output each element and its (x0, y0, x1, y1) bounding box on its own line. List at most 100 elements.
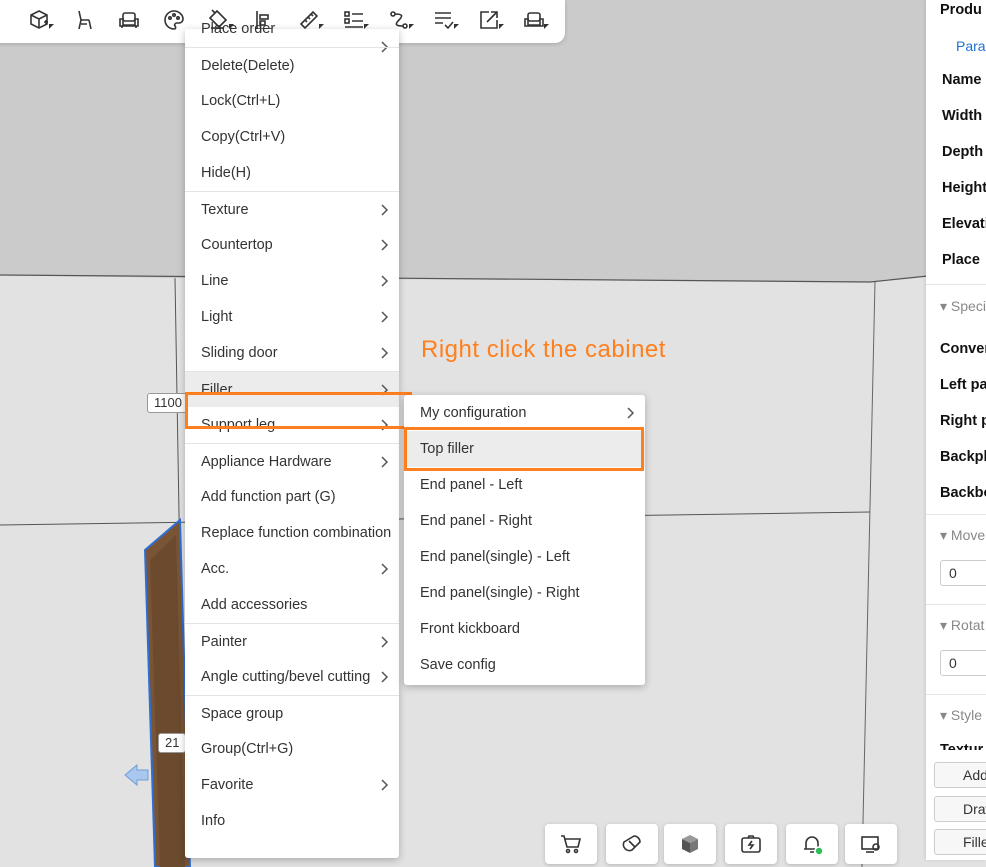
menu-item-line[interactable]: Line (185, 263, 399, 299)
submenu-item-front-kickboard[interactable]: Front kickboard (404, 611, 645, 647)
tab-parameters[interactable]: Para (956, 38, 986, 54)
menu-item-label: Line (201, 273, 229, 289)
menu-item-add-accessories[interactable]: Add accessories (185, 587, 399, 623)
menu-item-label: Angle cutting/bevel cutting (201, 669, 371, 685)
chair-icon[interactable] (69, 5, 99, 35)
field-label-depth: Depth (942, 144, 984, 160)
menu-item-label: Delete(Delete) (201, 58, 295, 74)
menu-item-label: Painter (201, 634, 247, 650)
menu-item-delete-delete[interactable]: Delete(Delete) (185, 47, 399, 83)
menu-item-angle-cutting-bevel-cutting[interactable]: Angle cutting/bevel cutting (185, 659, 399, 695)
sofa-outline-icon[interactable] (519, 5, 549, 35)
spec-label-convert: Conver (940, 341, 986, 357)
menu-item-texture[interactable]: Texture (185, 191, 399, 227)
submenu-item-save-config[interactable]: Save config (404, 647, 645, 683)
checklist-icon[interactable] (429, 5, 459, 35)
menu-item-filler[interactable]: Filler (185, 371, 399, 407)
menu-item-painter[interactable]: Painter (185, 623, 399, 659)
collapse-icon: ▾ (940, 527, 951, 543)
menu-item-label: Place order (201, 21, 276, 37)
menu-item-support-leg[interactable]: Support leg (185, 407, 399, 443)
submenu-item-end-panel-single-left[interactable]: End panel(single) - Left (404, 539, 645, 575)
menu-item-light[interactable]: Light (185, 299, 399, 335)
menu-item-lock-ctrl-l[interactable]: Lock(Ctrl+L) (185, 83, 399, 119)
dimension-label-width: 1100 (147, 393, 189, 413)
menu-item-replace-function-combination[interactable]: Replace function combination (185, 515, 399, 551)
section-style[interactable]: ▾ Style (940, 707, 982, 724)
section-move[interactable]: ▾ Move (940, 527, 985, 544)
submenu-item-label: End panel(single) - Right (420, 585, 580, 601)
section-rotate[interactable]: ▾ Rotat (940, 617, 984, 634)
spec-label-left-panel: Left pa (940, 377, 986, 393)
properties-panel: Produ Para Name Width Depth Height Eleva… (926, 0, 986, 860)
menu-item-info[interactable]: Info (185, 803, 399, 839)
screen-settings-icon[interactable] (845, 824, 897, 864)
draw-button[interactable]: Draw (934, 796, 986, 822)
menu-item-label: Copy(Ctrl+V) (201, 129, 286, 145)
submenu-item-label: End panel - Right (420, 513, 533, 529)
context-menu: Place order Delete(Delete) Lock(Ctrl+L) Cop… (185, 22, 399, 858)
menu-item-label: Lock(Ctrl+L) (201, 93, 281, 109)
move-input[interactable]: 0 (940, 560, 986, 586)
menu-item-label: Appliance Hardware (201, 454, 332, 470)
field-label-width: Width (942, 108, 983, 124)
menu-item-favorite[interactable]: Favorite (185, 767, 399, 803)
rotate-input[interactable]: 0 (940, 650, 986, 676)
submenu-item-label: My configuration (420, 405, 527, 421)
submenu-item-end-panel-left[interactable]: End panel - Left (404, 467, 645, 503)
add-cabinet-icon[interactable] (24, 5, 54, 35)
spec-label-backboard: Backbo (940, 485, 986, 501)
panel-header: Produ (940, 2, 982, 18)
menu-item-space-group[interactable]: Space group (185, 695, 399, 731)
style-label-texture: Textur (940, 742, 984, 750)
field-label-elevation: Elevati (942, 216, 986, 232)
menu-item-label: Group(Ctrl+G) (201, 741, 294, 757)
menu-item-label: Add accessories (201, 597, 308, 613)
field-label-name: Name (942, 72, 982, 88)
instruction-annotation: Right click the cabinet (421, 336, 666, 363)
menu-item-countertop[interactable]: Countertop (185, 227, 399, 263)
menu-item-appliance-hardware[interactable]: Appliance Hardware (185, 443, 399, 479)
submenu-item-label: Top filler (420, 441, 474, 457)
menu-item-label: Filler (201, 382, 233, 398)
menu-item-label: Add function part (G) (201, 489, 336, 505)
collapse-icon: ▾ (940, 617, 951, 633)
collapse-icon: ▾ (940, 707, 951, 723)
menu-item-label: Acc. (201, 561, 230, 577)
submenu-item-label: End panel - Left (420, 477, 523, 493)
menu-item-add-function-part-g[interactable]: Add function part (G) (185, 479, 399, 515)
export-icon[interactable] (474, 5, 504, 35)
menu-item-label: Replace function combination (201, 525, 392, 541)
menu-item-sliding-door[interactable]: Sliding door (185, 335, 399, 371)
sofa-icon[interactable] (114, 5, 144, 35)
spec-label-backplate: Backpl (940, 449, 986, 465)
submenu-item-top-filler[interactable]: Top filler (404, 431, 645, 467)
submenu-item-label: End panel(single) - Left (420, 549, 570, 565)
menu-item-acc[interactable]: Acc. (185, 551, 399, 587)
filler-button[interactable]: Filler (934, 829, 986, 855)
camera-swap-icon[interactable] (725, 824, 777, 864)
submenu-item-my-configuration[interactable]: My configuration (404, 395, 645, 431)
spec-label-right-panel: Right p (940, 413, 986, 429)
menu-item-hide-h[interactable]: Hide(H) (185, 155, 399, 191)
menu-item-label: Info (201, 813, 226, 829)
submenu-item-end-panel-right[interactable]: End panel - Right (404, 503, 645, 539)
menu-item-copy-ctrl-v[interactable]: Copy(Ctrl+V) (185, 119, 399, 155)
menu-item-label: Space group (201, 706, 284, 722)
filler-submenu: My configuration Top filler End panel - Le… (404, 395, 645, 685)
magnet-icon[interactable] (606, 824, 658, 864)
menu-item-label: Light (201, 309, 233, 325)
submenu-item-label: Save config (420, 657, 496, 673)
add-button[interactable]: Add (934, 762, 986, 788)
cart-icon[interactable] (545, 824, 597, 864)
menu-item-label: Texture (201, 202, 249, 218)
menu-item-label: Support leg (201, 417, 276, 433)
menu-item-group-ctrl-g[interactable]: Group(Ctrl+G) (185, 731, 399, 767)
menu-item-place-order[interactable]: Place order (185, 22, 399, 53)
cube-icon[interactable] (664, 824, 716, 864)
collapse-icon: ▾ (940, 298, 951, 314)
submenu-item-end-panel-single-right[interactable]: End panel(single) - Right (404, 575, 645, 611)
bell-icon[interactable] (786, 824, 838, 864)
menu-item-label: Favorite (201, 777, 254, 793)
section-spec[interactable]: ▾ Speci (940, 298, 986, 315)
